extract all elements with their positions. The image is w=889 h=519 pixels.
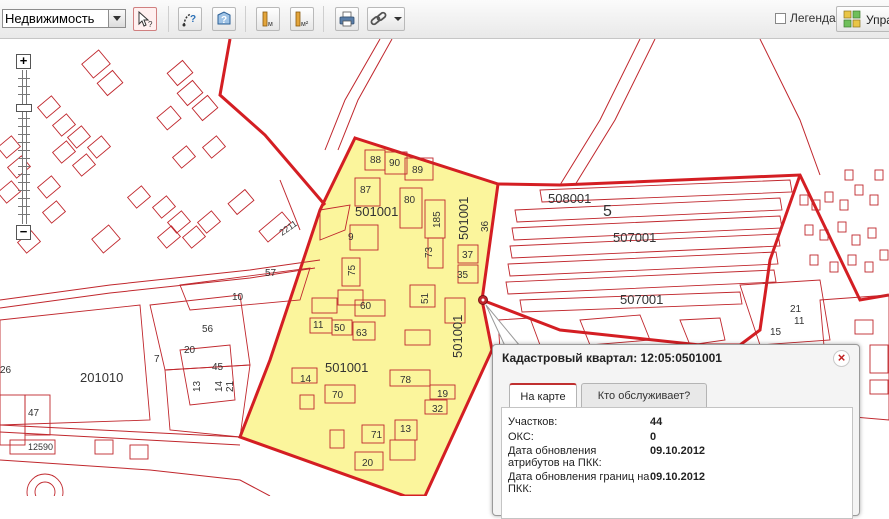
map-label: 90 [389, 158, 401, 169]
map-label: 14 [214, 380, 225, 392]
route-question-icon: ? [182, 13, 196, 27]
measure-area-button[interactable]: м² [290, 7, 314, 31]
map-label: 63 [356, 328, 368, 339]
legend-label: Легенда [790, 11, 836, 25]
quarter-info-popup: Кадастровый квартал: 12:05:0501001 × На … [492, 344, 860, 519]
map-label: 71 [371, 430, 383, 441]
zoom-control: + − [16, 54, 32, 240]
map-label: 57 [265, 268, 277, 279]
measure-distance-button[interactable]: м [256, 7, 280, 31]
map-label: 21 [790, 304, 802, 315]
identify-tool-button[interactable]: ? [133, 7, 157, 31]
zoom-slider-handle[interactable] [16, 104, 32, 112]
map-label: 45 [212, 362, 224, 373]
map-label: 508001 [548, 191, 591, 206]
manage-label: Упра [866, 13, 889, 27]
map-label: 70 [332, 390, 344, 401]
map-label: 20 [362, 458, 374, 469]
layer-select-value: Недвижимость [5, 11, 95, 26]
toolbar: Недвижимость ? ? ? м м² Легенда Упр [0, 0, 889, 39]
map-label: 80 [404, 195, 416, 206]
map-label: 36 [480, 220, 491, 232]
chevron-down-icon[interactable] [394, 17, 402, 21]
legend-checkbox[interactable] [775, 13, 786, 24]
map-label: 501001 [450, 315, 465, 358]
map-label: 14 [300, 374, 312, 385]
map-label: 7 [154, 354, 160, 365]
svg-text:?: ? [148, 20, 153, 28]
svg-text:?: ? [221, 15, 227, 26]
layer-select[interactable]: Недвижимость [2, 9, 126, 28]
tab-who-serves[interactable]: Кто обслуживает? [581, 383, 707, 407]
location-marker-icon[interactable] [478, 295, 488, 305]
link-button[interactable] [367, 7, 405, 31]
map-label: 19 [437, 389, 449, 400]
print-button[interactable] [335, 7, 359, 31]
area-question-button[interactable]: ? [212, 7, 236, 31]
map-label: 501001 [355, 204, 398, 219]
tab-on-map[interactable]: На карте [509, 383, 577, 407]
map-label: 13 [192, 380, 203, 392]
map-label: 51 [420, 292, 431, 304]
cursor-question-icon: ? [138, 10, 153, 28]
map-label: 35 [457, 270, 469, 281]
manage-button[interactable]: Упра [836, 6, 889, 32]
map-label: 37 [462, 250, 474, 261]
printer-icon [339, 11, 355, 27]
row-value: 09.10.2012 [650, 445, 706, 457]
svg-text:м²: м² [301, 21, 309, 28]
svg-text:м: м [268, 21, 273, 28]
row-label: Дата обновления [508, 445, 597, 457]
map-label: 21 [225, 380, 236, 392]
row-label: Дата обновления границ на [508, 471, 650, 483]
map-label: 78 [400, 375, 412, 386]
map-label: 185 [432, 211, 443, 228]
chevron-down-icon[interactable] [108, 10, 125, 27]
row-value: 09.10.2012 [650, 471, 706, 483]
map-label: 507001 [620, 292, 663, 307]
map-label: 88 [370, 155, 382, 166]
map-label: 73 [424, 246, 435, 258]
map-label: 501001 [456, 197, 471, 240]
map-label: 60 [360, 301, 372, 312]
map-label: 9 [348, 232, 354, 243]
grid-icon [843, 10, 861, 28]
map-label: 10 [232, 292, 244, 303]
ruler-area-icon: м² [295, 11, 309, 28]
map-label: 201010 [80, 370, 123, 385]
map-label: 501001 [325, 360, 368, 375]
chain-link-icon [370, 11, 387, 26]
popup-body: Участков: 44 ОКС: 0 Дата обновления атри… [501, 407, 853, 519]
row-label: атрибутов на ПКК: [508, 457, 602, 469]
map-label: 15 [770, 327, 782, 338]
map-label: 507001 [613, 230, 656, 245]
map-label: 26 [0, 365, 12, 376]
close-icon[interactable]: × [833, 350, 850, 367]
map-label: 56 [202, 324, 214, 335]
map-label: 47 [28, 408, 40, 419]
map-label: 12590 [28, 442, 53, 452]
map-label: 11 [313, 320, 324, 331]
area-question-icon: ? [217, 11, 231, 26]
zoom-in-button[interactable]: + [16, 54, 31, 69]
map-label: 50 [334, 323, 346, 334]
row-value: 0 [650, 431, 657, 443]
map-label: 87 [360, 185, 372, 196]
map-label: 89 [412, 165, 424, 176]
popup-title: Кадастровый квартал: 12:05:0501001 [502, 351, 722, 365]
route-question-button[interactable]: ? [178, 7, 202, 31]
row-label: ПКК: [508, 483, 532, 495]
map-label: 20 [184, 345, 196, 356]
row-label: ОКС: [508, 431, 534, 443]
map-label: 11 [794, 316, 805, 327]
map-label: 32 [432, 404, 444, 415]
map-label: 5 [603, 203, 612, 220]
map-label: 75 [347, 264, 358, 276]
row-value: 44 [650, 416, 663, 428]
row-label: Участков: [508, 416, 558, 428]
zoom-out-button[interactable]: − [16, 225, 31, 240]
ruler-icon: м [262, 11, 273, 28]
map-label: 13 [400, 424, 412, 435]
svg-text:?: ? [190, 14, 196, 25]
